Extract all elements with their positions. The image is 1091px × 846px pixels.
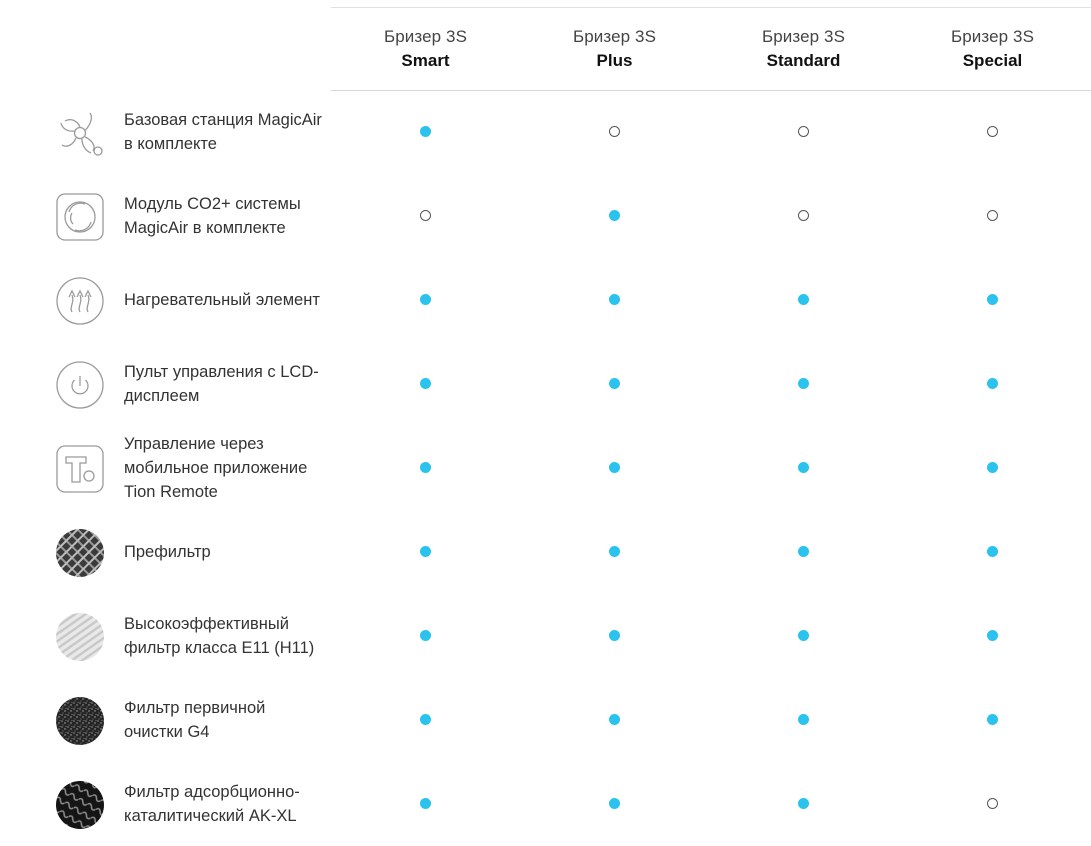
model-name-prefix: Бризер 3S (950, 27, 1035, 46)
included-dot-icon (797, 462, 809, 473)
included-dot-icon (419, 126, 431, 137)
feature-label-line: дисплеем (124, 387, 200, 405)
included-dot-icon (986, 714, 998, 725)
model-variant: Standard (766, 51, 841, 70)
included-dot-icon (797, 714, 809, 725)
included-dot-icon (608, 630, 620, 641)
feature-label-line: Нагревательный элемент (124, 291, 320, 309)
feature-label: Фильтр адсорбционно-каталитический AK-XL (124, 780, 334, 828)
model-variant: Special (962, 51, 1023, 70)
feature-label: Модуль CO2+ системы MagicAir в комплекте (124, 192, 334, 240)
feature-row: Базовая станция MagicAir в комплекте (0, 90, 1091, 174)
model-header-special: Бризер 3S Special (898, 25, 1087, 73)
included-dot-icon (986, 630, 998, 641)
feature-label: Высокоэффективный фильтр класса E11 (H11) (124, 612, 334, 660)
included-dot-icon (797, 798, 809, 809)
feature-label-line: каталитический AK-XL (124, 807, 297, 825)
feature-label-line: Фильтр первичной (124, 699, 266, 717)
feature-label: Нагревательный элемент (124, 288, 334, 312)
included-dot-icon (608, 714, 620, 725)
magicair-base-station-icon (55, 108, 105, 158)
heating-element-icon (55, 276, 105, 326)
included-dot-icon (608, 546, 620, 557)
feature-row: Управление через мобильное приложение Tion… (0, 426, 1091, 510)
included-dot-icon (419, 714, 431, 725)
included-dot-icon (608, 294, 620, 305)
model-name-prefix: Бризер 3S (572, 27, 657, 46)
model-variant: Smart (401, 51, 450, 70)
included-dot-icon (986, 462, 998, 473)
feature-label-line: в комплекте (124, 135, 217, 153)
included-dot-icon (986, 294, 998, 305)
feature-row: Фильтр первичной очистки G4 (0, 678, 1091, 762)
model-header-standard: Бризер 3S Standard (709, 25, 898, 73)
prefilter-mesh-icon (55, 528, 105, 578)
tion-app-icon (55, 444, 105, 494)
header-top-divider (331, 7, 1091, 8)
model-header-smart: Бризер 3S Smart (331, 25, 520, 73)
feature-label-line: Высокоэффективный (124, 615, 289, 633)
feature-label-line: MagicAir в комплекте (124, 219, 286, 237)
not-included-circle-icon (797, 126, 809, 137)
included-dot-icon (986, 378, 998, 389)
included-dot-icon (608, 798, 620, 809)
not-included-circle-icon (986, 210, 998, 221)
feature-row: Нагревательный элемент (0, 258, 1091, 342)
included-dot-icon (797, 294, 809, 305)
not-included-circle-icon (419, 210, 431, 221)
included-dot-icon (797, 546, 809, 557)
feature-label: Фильтр первичной очистки G4 (124, 696, 334, 744)
hepa-filter-icon (55, 612, 105, 662)
not-included-circle-icon (608, 126, 620, 137)
carbon-filter-icon (55, 780, 105, 830)
model-name-prefix: Бризер 3S (383, 27, 468, 46)
feature-row: Префильтр (0, 510, 1091, 594)
feature-label-line: Префильтр (124, 543, 211, 561)
feature-label: Базовая станция MagicAir в комплекте (124, 108, 334, 156)
model-name-prefix: Бризер 3S (761, 27, 846, 46)
included-dot-icon (419, 378, 431, 389)
feature-label: Пульт управления с LCD-дисплеем (124, 360, 334, 408)
co2-module-icon (55, 192, 105, 242)
included-dot-icon (608, 462, 620, 473)
feature-label-line: очистки G4 (124, 723, 210, 741)
feature-row: Фильтр адсорбционно-каталитический AK-XL (0, 762, 1091, 846)
comparison-table: Бризер 3S Smart Бризер 3S Plus Бризер 3S Stan… (0, 0, 1091, 836)
feature-label-line: мобильное приложение (124, 459, 308, 477)
feature-label-line: Базовая станция MagicAir (124, 111, 322, 129)
included-dot-icon (419, 630, 431, 641)
feature-label: Управление через мобильное приложение Tion… (124, 432, 334, 504)
feature-label-line: фильтр класса E11 (H11) (124, 639, 315, 657)
included-dot-icon (986, 546, 998, 557)
included-dot-icon (419, 462, 431, 473)
included-dot-icon (419, 294, 431, 305)
feature-row: Модуль CO2+ системы MagicAir в комплекте (0, 174, 1091, 258)
included-dot-icon (608, 378, 620, 389)
feature-label-line: Tion Remote (124, 483, 218, 501)
feature-row: Пульт управления с LCD-дисплеем (0, 342, 1091, 426)
feature-label: Префильтр (124, 540, 334, 564)
power-remote-icon (55, 360, 105, 410)
feature-label-line: Фильтр адсорбционно- (124, 783, 300, 801)
included-dot-icon (797, 378, 809, 389)
not-included-circle-icon (797, 210, 809, 221)
not-included-circle-icon (986, 126, 998, 137)
feature-label-line: Управление через (124, 435, 264, 453)
included-dot-icon (608, 210, 620, 221)
included-dot-icon (797, 630, 809, 641)
feature-label-line: Модуль CO2+ системы (124, 195, 301, 213)
feature-row: Высокоэффективный фильтр класса E11 (H11) (0, 594, 1091, 678)
included-dot-icon (419, 546, 431, 557)
included-dot-icon (419, 798, 431, 809)
model-header-plus: Бризер 3S Plus (520, 25, 709, 73)
model-variant: Plus (596, 51, 633, 70)
g4-filter-icon (55, 696, 105, 746)
feature-label-line: Пульт управления с LCD- (124, 363, 319, 381)
not-included-circle-icon (986, 798, 998, 809)
